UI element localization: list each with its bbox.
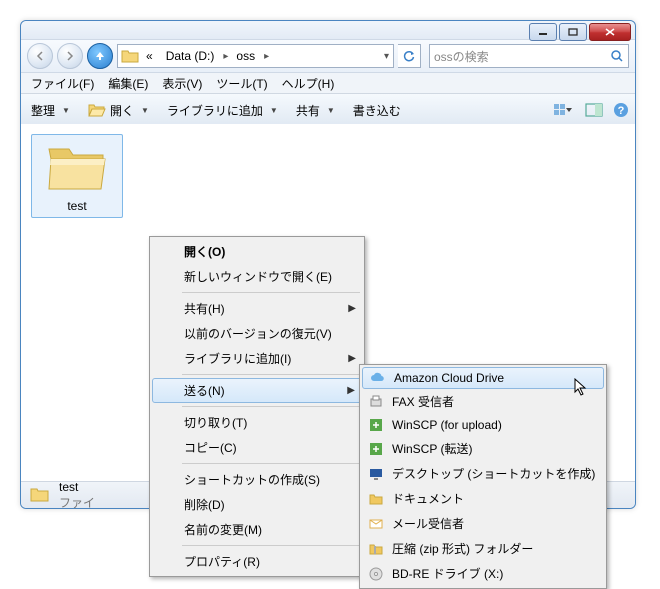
context-menu-item[interactable]: 新しいウィンドウで開く(E): [152, 264, 362, 289]
view-icon[interactable]: [553, 102, 575, 118]
refresh-button[interactable]: [398, 44, 421, 68]
breadcrumb-folder[interactable]: oss: [230, 46, 262, 66]
explorer-window: « Data (D:) ▸ oss ▸ ▾ ossの検索 ファイル(F) 編集(…: [20, 20, 636, 509]
burn-button[interactable]: 書き込む: [349, 100, 405, 121]
folder-icon: [368, 491, 384, 507]
folder-icon: [45, 139, 109, 195]
breadcrumb-drive[interactable]: Data (D:): [160, 46, 222, 66]
winscp-icon: [368, 441, 384, 457]
menubar: ファイル(F) 編集(E) 表示(V) ツール(T) ヘルプ(H): [21, 73, 635, 94]
breadcrumb[interactable]: « Data (D:) ▸ oss ▸ ▾: [117, 44, 394, 68]
back-button[interactable]: [27, 43, 53, 69]
context-menu-item[interactable]: コピー(C): [152, 435, 362, 460]
submenu-item[interactable]: デスクトップ (ショートカットを作成): [362, 461, 604, 486]
context-menu-item[interactable]: 共有(H)▶: [152, 296, 362, 321]
menu-edit[interactable]: 編集(E): [102, 73, 154, 94]
titlebar: [21, 21, 635, 40]
folder-label: test: [67, 199, 86, 213]
submenu-item[interactable]: Amazon Cloud Drive: [362, 367, 604, 389]
winscp-icon: [368, 417, 384, 433]
close-button[interactable]: [589, 23, 631, 41]
preview-pane-icon[interactable]: [585, 102, 603, 118]
forward-button[interactable]: [57, 43, 83, 69]
library-button[interactable]: ライブラリに追加▼: [163, 100, 282, 121]
context-menu-item[interactable]: 送る(N)▶: [152, 378, 362, 403]
folder-item[interactable]: test: [31, 134, 123, 218]
mail-icon: [368, 516, 384, 532]
context-menu-item[interactable]: ショートカットの作成(S): [152, 467, 362, 492]
context-menu-item[interactable]: 切り取り(T): [152, 410, 362, 435]
share-button[interactable]: 共有▼: [292, 100, 339, 121]
submenu-item[interactable]: FAX 受信者: [362, 389, 604, 414]
desktop-icon: [368, 466, 384, 482]
submenu-item[interactable]: WinSCP (for upload): [362, 414, 604, 436]
context-menu-item[interactable]: 名前の変更(M): [152, 517, 362, 542]
breadcrumb-prefix: «: [140, 46, 160, 66]
context-menu-item[interactable]: プロパティ(R): [152, 549, 362, 574]
context-menu-item[interactable]: 開く(O): [152, 239, 362, 264]
sendto-submenu: Amazon Cloud DriveFAX 受信者WinSCP (for upl…: [359, 364, 607, 589]
context-menu-item[interactable]: 削除(D): [152, 492, 362, 517]
context-menu-item[interactable]: ライブラリに追加(I)▶: [152, 346, 362, 371]
menu-help[interactable]: ヘルプ(H): [276, 73, 341, 94]
nav-row: « Data (D:) ▸ oss ▸ ▾ ossの検索: [21, 40, 635, 73]
submenu-item[interactable]: ドキュメント: [362, 486, 604, 511]
up-button[interactable]: [87, 43, 113, 69]
organize-button[interactable]: 整理▼: [27, 100, 74, 121]
help-icon[interactable]: ?: [613, 102, 629, 118]
search-input[interactable]: ossの検索: [429, 44, 629, 68]
minimize-button[interactable]: [529, 23, 557, 41]
zip-icon: [368, 541, 384, 557]
menu-view[interactable]: 表示(V): [156, 73, 208, 94]
submenu-item[interactable]: 圧縮 (zip 形式) フォルダー: [362, 536, 604, 561]
chevron-right-icon[interactable]: ▸: [221, 51, 230, 62]
submenu-item[interactable]: メール受信者: [362, 511, 604, 536]
toolbar: 整理▼ 開く▼ ライブラリに追加▼ 共有▼ 書き込む ?: [21, 94, 635, 127]
chevron-right-icon[interactable]: ▸: [262, 51, 271, 62]
context-menu: 開く(O)新しいウィンドウで開く(E) 共有(H)▶以前のバージョンの復元(V)ラ…: [149, 236, 365, 577]
submenu-item[interactable]: WinSCP (転送): [362, 436, 604, 461]
menu-tools[interactable]: ツール(T): [210, 73, 273, 94]
cloud-icon: [369, 370, 385, 386]
cursor-icon: [574, 378, 590, 398]
fax-icon: [368, 394, 384, 410]
folder-icon: [120, 47, 140, 65]
svg-text:?: ?: [618, 105, 625, 117]
chevron-down-icon[interactable]: ▾: [382, 51, 391, 62]
search-icon: [610, 49, 624, 63]
open-button[interactable]: 開く▼: [84, 100, 153, 121]
folder-icon: [29, 485, 51, 505]
menu-file[interactable]: ファイル(F): [25, 73, 100, 94]
maximize-button[interactable]: [559, 23, 587, 41]
folder-open-icon: [88, 102, 106, 118]
search-placeholder: ossの検索: [434, 48, 489, 65]
status-text: test ファイ: [59, 480, 95, 511]
context-menu-item[interactable]: 以前のバージョンの復元(V): [152, 321, 362, 346]
